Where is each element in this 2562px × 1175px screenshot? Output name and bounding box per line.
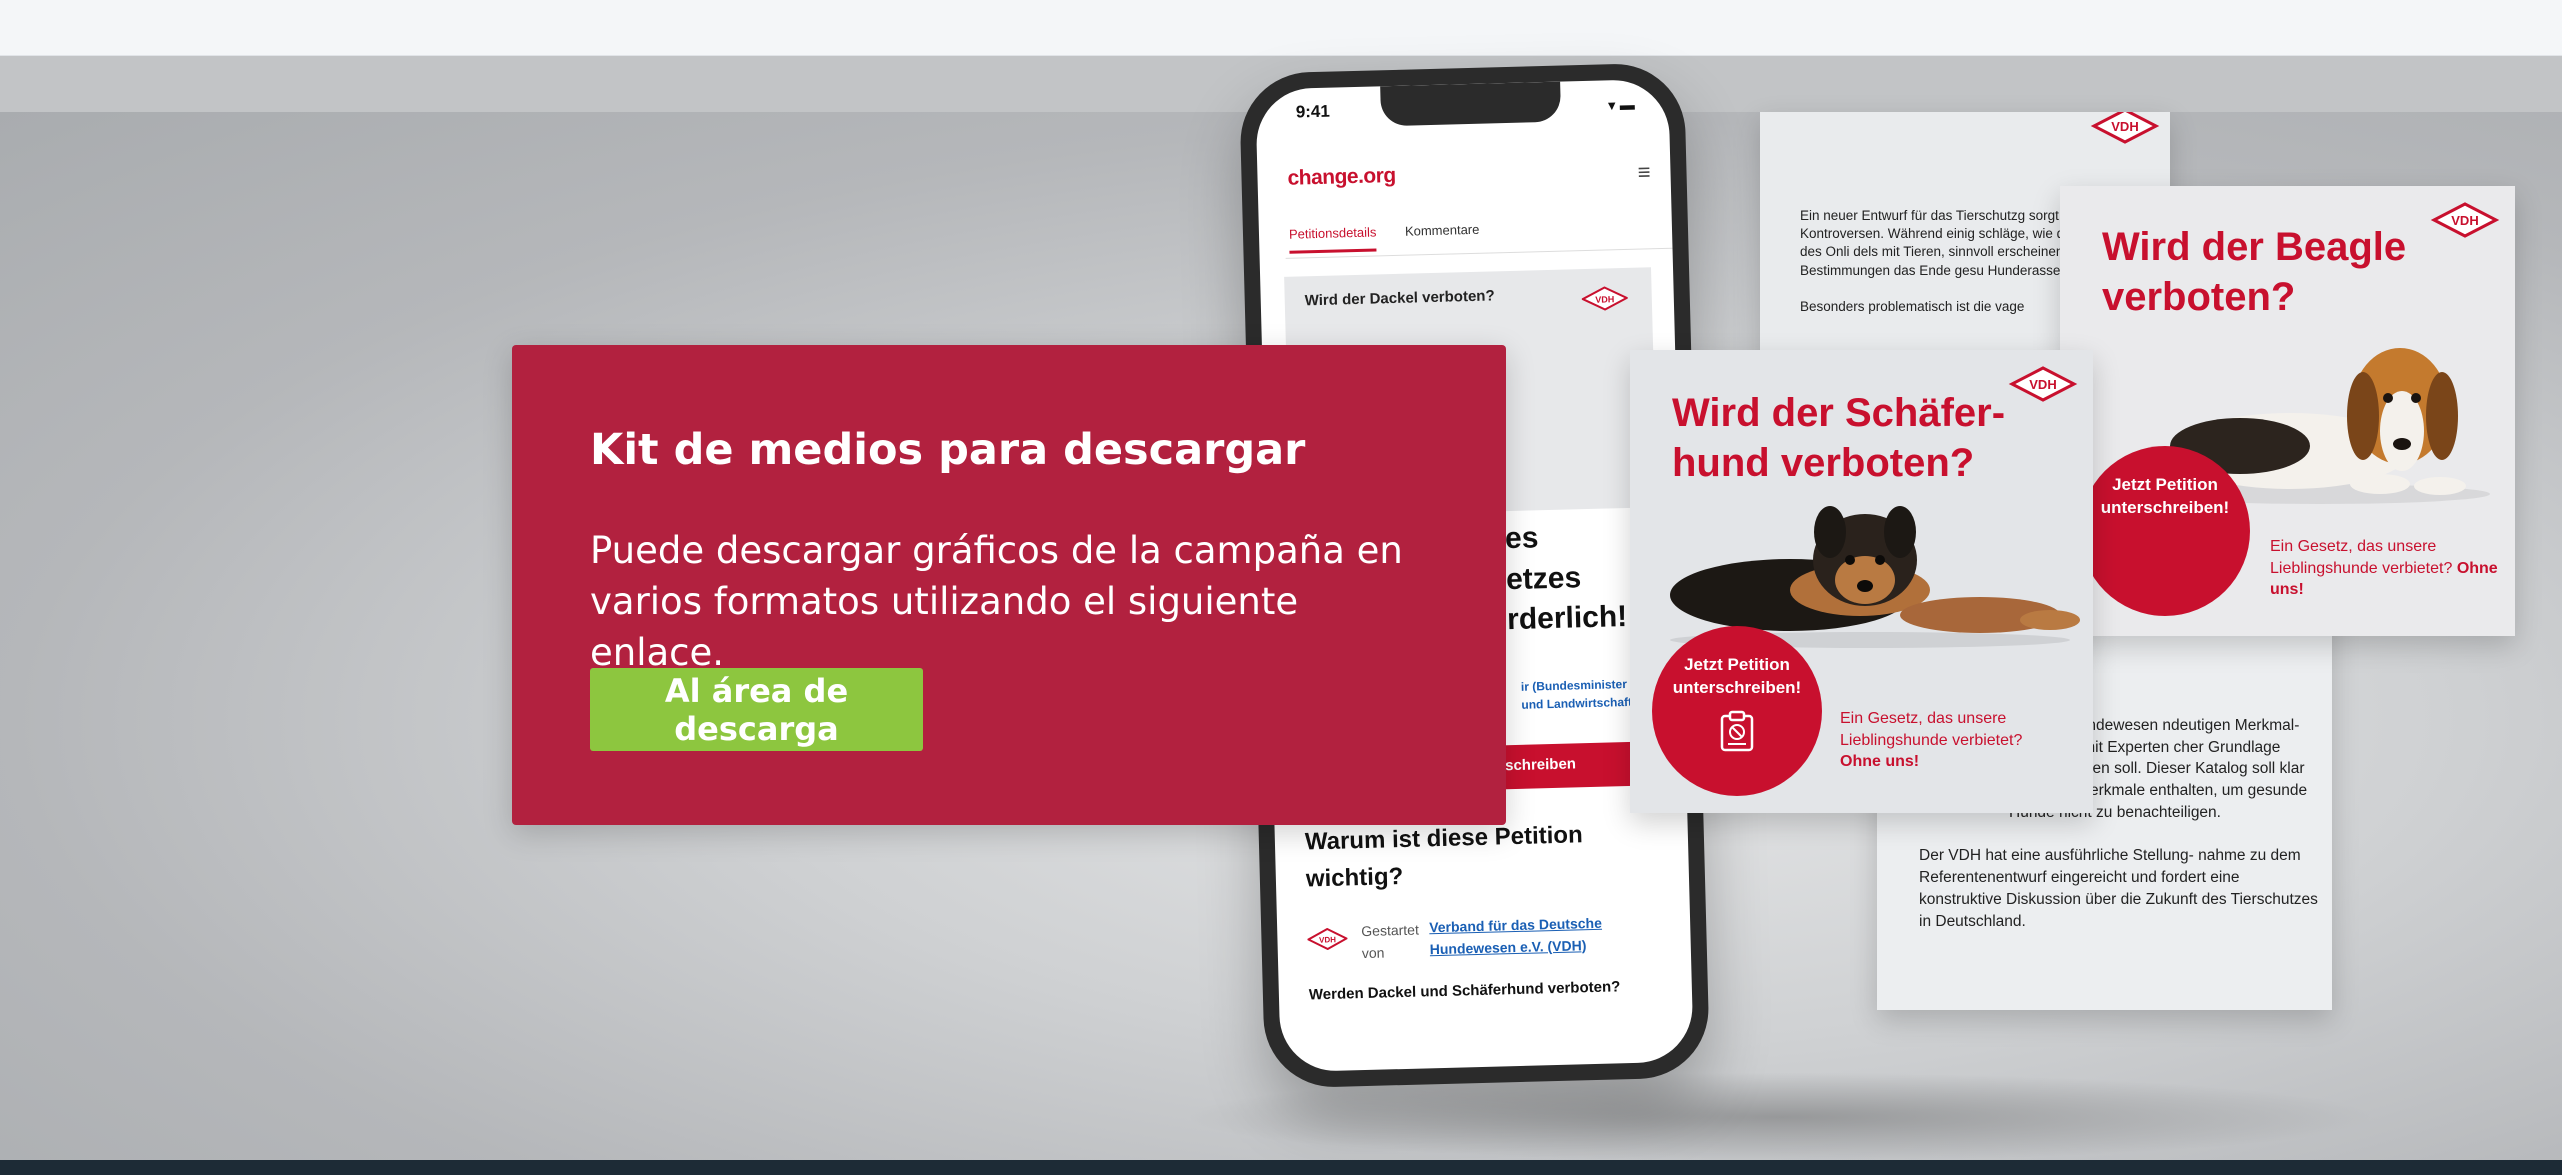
phone-why-heading: Warum ist diese Petition wichtig? (1304, 821, 1584, 893)
vdh-badge-label: VDH (2451, 213, 2478, 228)
svg-text:VDH: VDH (1595, 294, 1614, 304)
phone-links: ir (Bundesminister und Landwirtschaft (1521, 675, 1633, 714)
schaefer-sign-badge: Jetzt Petition unterschreiben! (1652, 626, 1822, 796)
vdh-badge-label: VDH (2029, 377, 2056, 392)
phone-card-title: Wird der Dackel verboten? (1304, 287, 1495, 310)
phone-notch (1380, 81, 1562, 127)
schaefer-slogan-text: Ein Gesetz, das unsere Lieblingshunde ve… (1840, 710, 2023, 749)
schaefer-slogan-strong: Ohne uns! (1840, 753, 1920, 771)
svg-text:VDH: VDH (1319, 935, 1336, 944)
flyer-beagle-title: Wird der Beagle verboten? (2102, 225, 2407, 319)
hamburger-icon: ≡ (1637, 159, 1651, 185)
promo-title: Kit de medios para descargar (590, 425, 1306, 475)
top-navigation-bar (0, 0, 2562, 56)
schaefer-slogan: Ein Gesetz, das unsere Lieblingshunde ve… (1840, 708, 2080, 773)
media-kit-promo-box: Kit de medios para descargar Puede desca… (512, 345, 1506, 825)
vdh-logo-icon: VDH (1307, 927, 1348, 951)
download-area-button[interactable]: Al área de descarga (590, 668, 923, 751)
tab-kommentare: Kommentare (1404, 221, 1480, 239)
phone-question: Werden Dackel und Schäferhund verboten? (1308, 978, 1621, 1004)
status-icons: ▾ ▬ (1607, 96, 1635, 115)
vdh-badge-label: VDH (2111, 119, 2138, 134)
vdh-logo-icon: VDH (2430, 202, 2500, 238)
footer-bar (0, 1160, 2562, 1175)
shepherd-puppy-image (1670, 506, 2080, 648)
promo-description: Puede descargar gráficos de la campaña e… (590, 529, 1403, 675)
flyer-schaefer-title: Wird der Schäfer- hund verboten? (1672, 391, 2006, 485)
site-logo: change.org (1287, 163, 1396, 190)
vdh-logo-icon: VDH (1581, 286, 1629, 311)
beagle-slogan-text: Ein Gesetz, das unsere Lieblingshunde ve… (2270, 538, 2453, 577)
schaefer-sign-text: Jetzt Petition unterschreiben! (1672, 655, 1802, 697)
status-time: 9:41 (1295, 101, 1331, 122)
started-by-label: Gestartet von (1361, 921, 1420, 961)
phone-tabs: Petitionsdetails Kommentare (1284, 208, 1673, 259)
started-by-org-link: Verband für das Deutsche Hundewesen e.V.… (1428, 914, 1603, 957)
clipboard-sign-icon (1720, 710, 1754, 752)
beagle-sign-badge: Jetzt Petition unterschreiben! (2080, 446, 2250, 616)
flyer-bottom-paragraph: Der VDH hat eine ausführliche Stellung- … (1919, 847, 2318, 930)
beagle-sign-text: Jetzt Petition unterschreiben! (2100, 475, 2230, 517)
flyer-schaefer: Wird der Schäfer- hund verboten? VDH Jet… (1630, 350, 2093, 813)
vdh-logo-icon: VDH (2008, 366, 2078, 402)
vdh-logo-icon: VDH (2090, 112, 2160, 144)
tab-petitionsdetails: Petitionsdetails (1288, 224, 1377, 254)
phone-links-text: ir (Bundesminister und Landwirtschaft (1520, 677, 1633, 712)
phone-started-by: VDH Gestartet von Verband für das Deutsc… (1307, 909, 1688, 969)
beagle-slogan: Ein Gesetz, das unsere Lieblingshunde ve… (2270, 536, 2500, 601)
flyer-beagle: Wird der Beagle verboten? VDH Jetzt Peti… (2060, 186, 2515, 636)
